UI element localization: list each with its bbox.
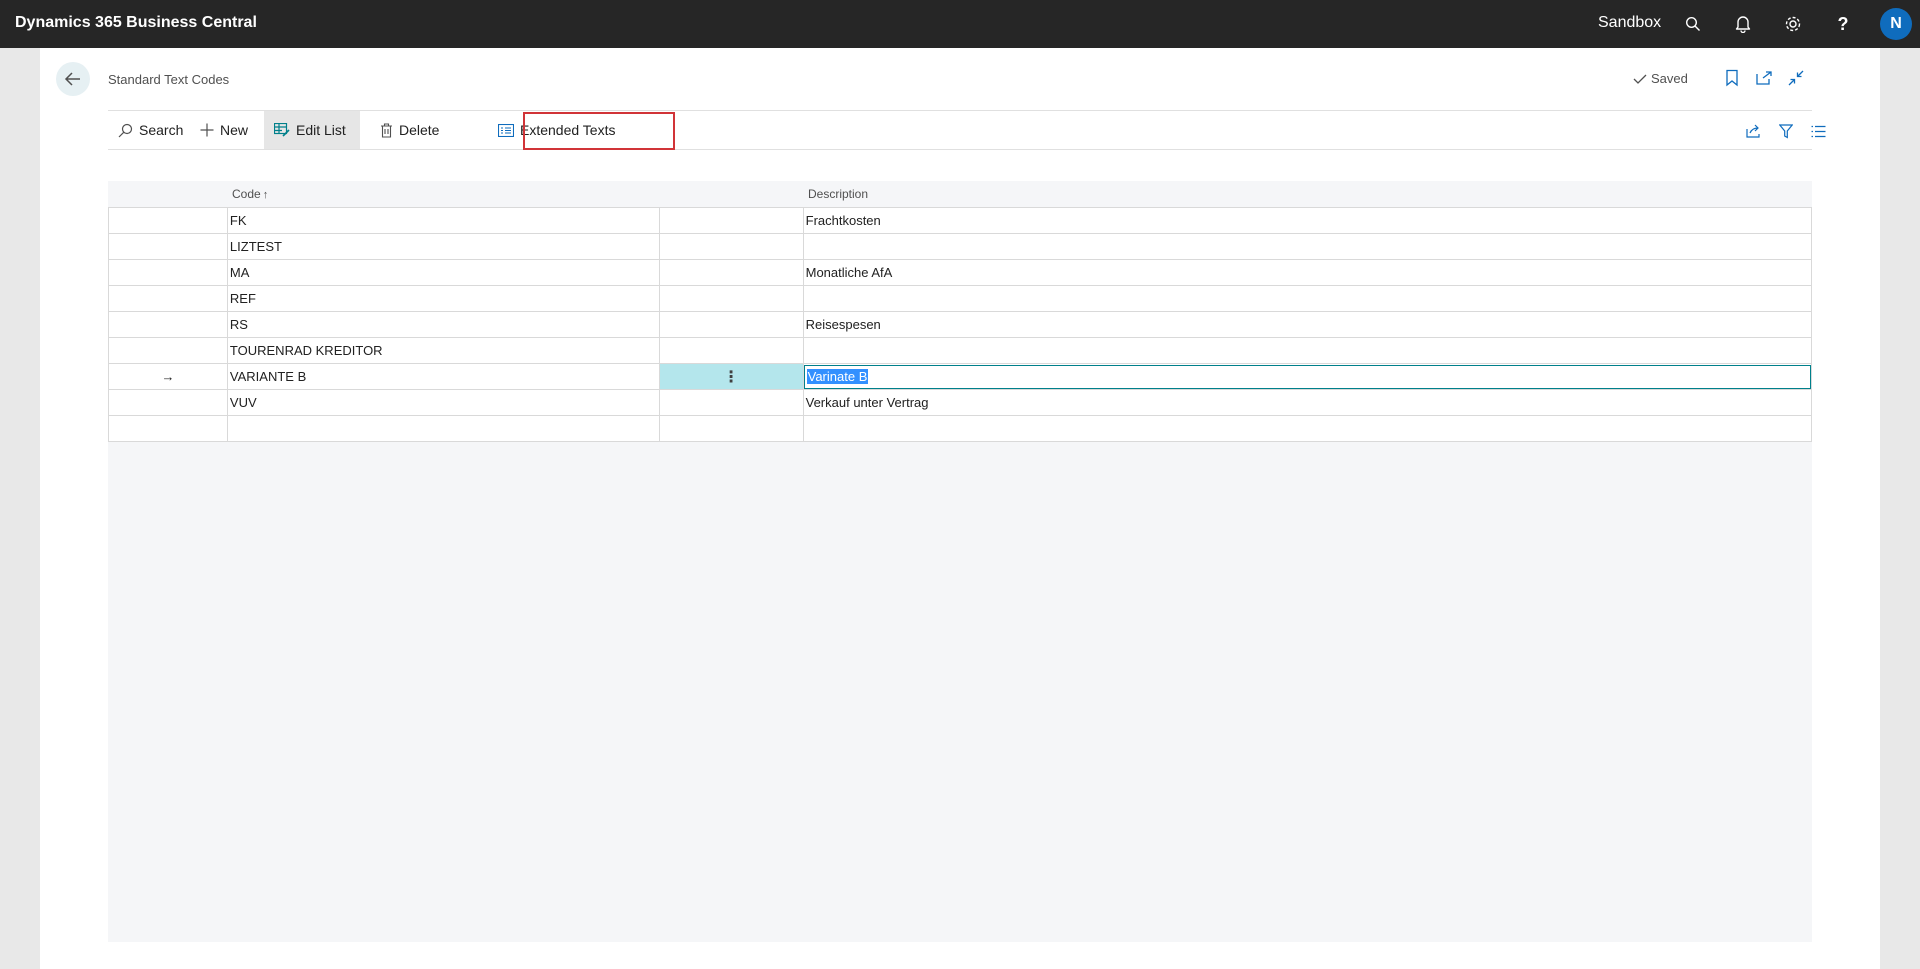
row-actions-cell [658, 389, 804, 416]
description-cell[interactable]: Verkauf unter Vertrag [802, 389, 1813, 416]
description-cell[interactable]: Monatliche AfA [802, 259, 1813, 286]
back-button[interactable] [56, 62, 90, 96]
code-cell[interactable]: REF [226, 285, 660, 312]
row-actions-cell [658, 285, 804, 312]
search-button-label: Search [139, 122, 184, 138]
row-selector[interactable] [108, 233, 228, 260]
row-selector[interactable] [108, 415, 228, 442]
table-row[interactable]: LIZTEST [108, 233, 1813, 260]
more-options-icon[interactable]: ⋮ [723, 369, 739, 386]
save-status-label: Saved [1651, 71, 1688, 86]
row-actions-cell [658, 233, 804, 260]
bookmark-icon[interactable] [1722, 68, 1742, 88]
gear-icon[interactable] [1781, 12, 1805, 36]
plus-icon [200, 123, 214, 137]
code-cell[interactable]: LIZTEST [226, 233, 660, 260]
extended-texts-icon [498, 123, 514, 137]
description-cell[interactable] [802, 337, 1813, 364]
row-actions-cell [658, 337, 804, 364]
code-cell[interactable]: MA [226, 259, 660, 286]
help-icon[interactable]: ? [1831, 12, 1855, 36]
top-bar: Dynamics 365 Business Central Sandbox ? … [0, 0, 1920, 48]
save-status: Saved [1633, 71, 1688, 86]
delete-button[interactable]: Delete [370, 111, 449, 149]
table-row[interactable]: FK Frachtkosten [108, 207, 1813, 234]
action-bar: Search New Edit List Delete Extended Tex… [108, 110, 1825, 150]
page-title: Standard Text Codes [108, 72, 230, 87]
page-container: Standard Text Codes Saved Search New Edi… [40, 48, 1880, 969]
edit-list-icon [274, 123, 290, 137]
description-edit-input[interactable]: Varinate B [803, 364, 1811, 389]
row-selector[interactable] [108, 207, 228, 234]
code-cell[interactable]: VUV [226, 389, 660, 416]
row-actions-cell: ⋮ [658, 363, 804, 390]
environment-name[interactable]: Sandbox [1598, 0, 1661, 48]
open-new-window-icon[interactable] [1754, 68, 1774, 88]
search-icon[interactable] [1681, 12, 1705, 36]
highlight-box [523, 112, 675, 150]
list-grid-area: Code ↑ Description FK Frachtkosten LIZTEST M… [108, 181, 1813, 942]
description-cell[interactable]: Reisespesen [802, 311, 1813, 338]
trash-icon [381, 122, 392, 138]
row-actions-cell [658, 259, 804, 286]
edit-list-button-label: Edit List [296, 122, 346, 138]
share-icon[interactable] [1744, 121, 1764, 141]
row-selector[interactable] [108, 389, 228, 416]
description-cell[interactable]: Frachtkosten [802, 207, 1813, 234]
avatar[interactable]: N [1880, 8, 1912, 40]
current-row-arrow-icon: → [161, 369, 175, 384]
table-row[interactable]: → VARIANTE B ⋮ Varinate B [108, 363, 1813, 390]
code-cell[interactable]: FK [226, 207, 660, 234]
row-selector[interactable] [108, 259, 228, 286]
row-selector[interactable]: → [108, 363, 228, 390]
filter-icon[interactable] [1776, 121, 1796, 141]
search-button[interactable]: Search [108, 111, 193, 149]
selected-text: Varinate B [806, 369, 869, 384]
sort-ascending-icon: ↑ [262, 189, 269, 201]
table-row[interactable]: TOURENRAD KREDITOR [108, 337, 1813, 364]
table-row[interactable] [108, 415, 1813, 442]
column-header-description[interactable]: Description [808, 181, 868, 207]
column-header-code-label: Code [232, 187, 261, 201]
column-header-code[interactable]: Code ↑ [232, 181, 268, 207]
arrow-left-icon [64, 72, 80, 86]
description-cell[interactable] [802, 415, 1813, 442]
row-selector[interactable] [108, 285, 228, 312]
app-title[interactable]: Dynamics 365 Business Central [15, 0, 257, 48]
list-view-icon[interactable] [1808, 121, 1828, 141]
standard-text-codes-table: FK Frachtkosten LIZTEST MA Monatliche AfA REF… [108, 207, 1813, 442]
code-cell[interactable]: RS [226, 311, 660, 338]
description-cell[interactable] [802, 233, 1813, 260]
description-cell[interactable]: Varinate B [802, 363, 1813, 390]
table-row[interactable]: MA Monatliche AfA [108, 259, 1813, 286]
new-button-label: New [220, 122, 249, 138]
delete-button-label: Delete [399, 122, 440, 138]
row-selector[interactable] [108, 337, 228, 364]
row-actions-cell [658, 415, 804, 442]
code-cell[interactable]: VARIANTE B [226, 363, 660, 390]
code-cell[interactable]: TOURENRAD KREDITOR [226, 337, 660, 364]
search-icon [118, 123, 133, 137]
table-row[interactable]: VUV Verkauf unter Vertrag [108, 389, 1813, 416]
row-selector[interactable] [108, 311, 228, 338]
description-cell[interactable] [802, 285, 1813, 312]
table-row[interactable]: REF [108, 285, 1813, 312]
collapse-icon[interactable] [1786, 68, 1806, 88]
row-actions-cell [658, 311, 804, 338]
edit-list-button[interactable]: Edit List [264, 111, 360, 149]
table-row[interactable]: RS Reisespesen [108, 311, 1813, 338]
row-actions-cell [658, 207, 804, 234]
bell-icon[interactable] [1731, 12, 1755, 36]
code-cell[interactable] [226, 415, 660, 442]
checkmark-icon [1633, 74, 1647, 84]
new-button[interactable]: New [190, 111, 258, 149]
